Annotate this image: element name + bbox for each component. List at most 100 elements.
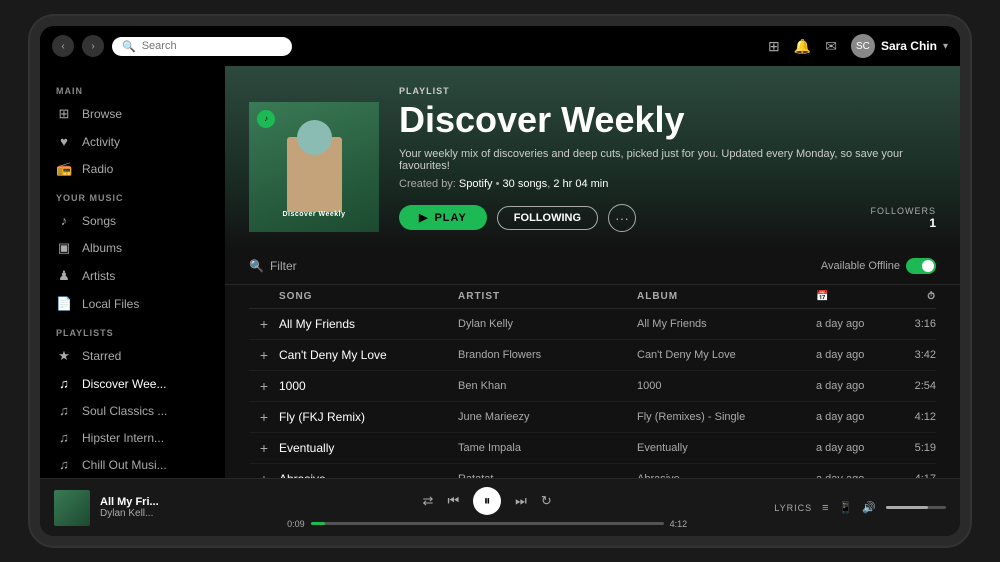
main-content: MAIN ⊞ Browse ♥ Activity 📻 Radio YOUR MU… (40, 66, 960, 478)
track-album: Fly (Remixes) - Single (637, 411, 816, 423)
col-duration-header: ⏱ (896, 291, 936, 302)
user-menu[interactable]: SC Sara Chin ▾ (851, 34, 948, 58)
track-date: a day ago (816, 442, 896, 454)
following-button[interactable]: FOLLOWING (497, 206, 598, 230)
more-options-button[interactable]: ··· (608, 204, 636, 232)
sidebar-item-radio[interactable]: 📻 Radio (40, 155, 225, 183)
devices-icon[interactable]: 📱 (839, 501, 853, 514)
track-add-icon[interactable]: + (249, 316, 279, 332)
track-table: SONG ARTIST ALBUM 📅 ⏱ + All My Friends D… (225, 285, 960, 478)
pause-button[interactable]: ⏸ (473, 487, 501, 515)
offline-label: Available Offline (821, 260, 900, 272)
avatar: SC (851, 34, 875, 58)
app-container: ‹ › 🔍 ⊞ 🔔 ✉ SC Sara Chin ▾ MAIN (40, 26, 960, 536)
playlist-duration: 2 hr 04 min (553, 178, 608, 190)
previous-button[interactable]: ⏮ (447, 493, 459, 509)
cover-discover-weekly-text: Discover Weekly (249, 211, 379, 218)
sidebar-item-songs[interactable]: ♪ Songs (40, 207, 225, 234)
next-button[interactable]: ⏭ (515, 493, 527, 509)
star-icon: ★ (56, 348, 72, 364)
repeat-button[interactable]: ↻ (541, 493, 552, 509)
track-album: Eventually (637, 442, 816, 454)
queue-icon[interactable]: ≡ (822, 502, 828, 514)
playlist-meta: PLAYLIST Discover Weekly Your weekly mix… (399, 86, 936, 232)
search-input[interactable] (142, 40, 272, 52)
bell-icon[interactable]: 🔔 (794, 38, 811, 55)
track-row[interactable]: + Fly (FKJ Remix) June Marieezy Fly (Rem… (249, 402, 936, 433)
track-artist: Ben Khan (458, 380, 637, 392)
offline-toggle: Available Offline (821, 258, 936, 274)
track-add-icon[interactable]: + (249, 347, 279, 363)
playlist-description: Your weekly mix of discoveries and deep … (399, 148, 936, 172)
total-time: 4:12 (670, 519, 688, 529)
filter-box: 🔍 Filter (249, 259, 297, 273)
sidebar-item-hipster[interactable]: ♫ Hipster Intern... (40, 424, 225, 451)
track-name: Can't Deny My Love (279, 348, 458, 362)
sidebar-item-chill-out[interactable]: ♫ Chill Out Musi... (40, 451, 225, 478)
play-button[interactable]: ▶ PLAY (399, 205, 487, 230)
track-name: 1000 (279, 379, 458, 393)
radio-icon: 📻 (56, 161, 72, 177)
forward-button[interactable]: › (82, 35, 104, 57)
sidebar-item-artists[interactable]: ♟ Artists (40, 262, 225, 290)
now-playing-controls: ⇄ ⏮ ⏸ ⏭ ↻ 0:09 4:12 (210, 487, 764, 529)
track-add-icon[interactable]: + (249, 409, 279, 425)
playback-buttons: ⇄ ⏮ ⏸ ⏭ ↻ (423, 487, 552, 515)
progress-fill (311, 522, 325, 525)
now-playing-thumb (54, 490, 90, 526)
search-bar[interactable]: 🔍 (112, 37, 292, 56)
track-row[interactable]: + Eventually Tame Impala Eventually a da… (249, 433, 936, 464)
track-add-icon[interactable]: + (249, 440, 279, 456)
now-playing-title: All My Fri... (100, 496, 200, 508)
search-icon: 🔍 (122, 40, 136, 53)
now-playing-artist: Dylan Kell... (100, 508, 200, 519)
content-area: Discover Weekly ♪ PLAYLIST Discover Week… (225, 66, 960, 478)
col-artist-header: ARTIST (458, 291, 637, 302)
track-row[interactable]: + Can't Deny My Love Brandon Flowers Can… (249, 340, 936, 371)
sidebar-albums-label: Albums (82, 241, 209, 255)
inbox-icon[interactable]: ✉ (825, 38, 837, 55)
col-add (249, 291, 279, 302)
track-name: All My Friends (279, 317, 458, 331)
followers-label: FOLLOWERS (870, 206, 936, 216)
progress-bar[interactable] (311, 522, 664, 525)
artists-icon: ♟ (56, 268, 72, 284)
track-add-icon[interactable]: + (249, 471, 279, 478)
col-song-header: SONG (279, 291, 458, 302)
shuffle-button[interactable]: ⇄ (423, 493, 434, 509)
playlist-cover: Discover Weekly ♪ (249, 102, 379, 232)
volume-fill (886, 506, 928, 509)
track-album: 1000 (637, 380, 816, 392)
sidebar-item-local-files[interactable]: 📄 Local Files (40, 290, 225, 318)
track-row[interactable]: + 1000 Ben Khan 1000 a day ago 2:54 (249, 371, 936, 402)
grid-icon[interactable]: ⊞ (768, 38, 780, 55)
sidebar-item-discover-weekly[interactable]: ♫ Discover Wee... (40, 370, 225, 397)
available-offline-toggle[interactable] (906, 258, 936, 274)
playlist-icon-2: ♫ (56, 403, 72, 418)
top-right-controls: ⊞ 🔔 ✉ SC Sara Chin ▾ (768, 34, 948, 58)
now-playing-bar: All My Fri... Dylan Kell... ⇄ ⏮ ⏸ ⏭ ↻ 0:… (40, 478, 960, 536)
track-date: a day ago (816, 349, 896, 361)
sidebar-item-albums[interactable]: ▣ Albums (40, 234, 225, 262)
col-album-header: ALBUM (637, 291, 816, 302)
sidebar-item-activity[interactable]: ♥ Activity (40, 128, 225, 155)
sidebar-radio-label: Radio (82, 162, 209, 176)
track-artist: Tame Impala (458, 442, 637, 454)
songs-icon: ♪ (56, 213, 72, 228)
track-add-icon[interactable]: + (249, 378, 279, 394)
sidebar-soul-classics-label: Soul Classics ... (82, 404, 209, 418)
sidebar-item-soul-classics[interactable]: ♫ Soul Classics ... (40, 397, 225, 424)
sidebar-item-browse[interactable]: ⊞ Browse (40, 100, 225, 128)
track-row[interactable]: + Abrasive Ratatat Abrasive a day ago 4:… (249, 464, 936, 478)
volume-bar[interactable] (886, 506, 946, 509)
back-button[interactable]: ‹ (52, 35, 74, 57)
track-duration: 3:16 (896, 318, 936, 330)
sidebar-item-starred[interactable]: ★ Starred (40, 342, 225, 370)
sidebar-hipster-label: Hipster Intern... (82, 431, 209, 445)
track-row[interactable]: + All My Friends Dylan Kelly All My Frie… (249, 309, 936, 340)
lyrics-button[interactable]: LYRICS (774, 503, 812, 513)
your-music-section-label: YOUR MUSIC (40, 183, 225, 207)
volume-icon[interactable]: 🔊 (862, 501, 876, 514)
playlist-song-count: 30 songs (503, 178, 548, 190)
now-playing-right-controls: LYRICS ≡ 📱 🔊 (774, 501, 946, 514)
